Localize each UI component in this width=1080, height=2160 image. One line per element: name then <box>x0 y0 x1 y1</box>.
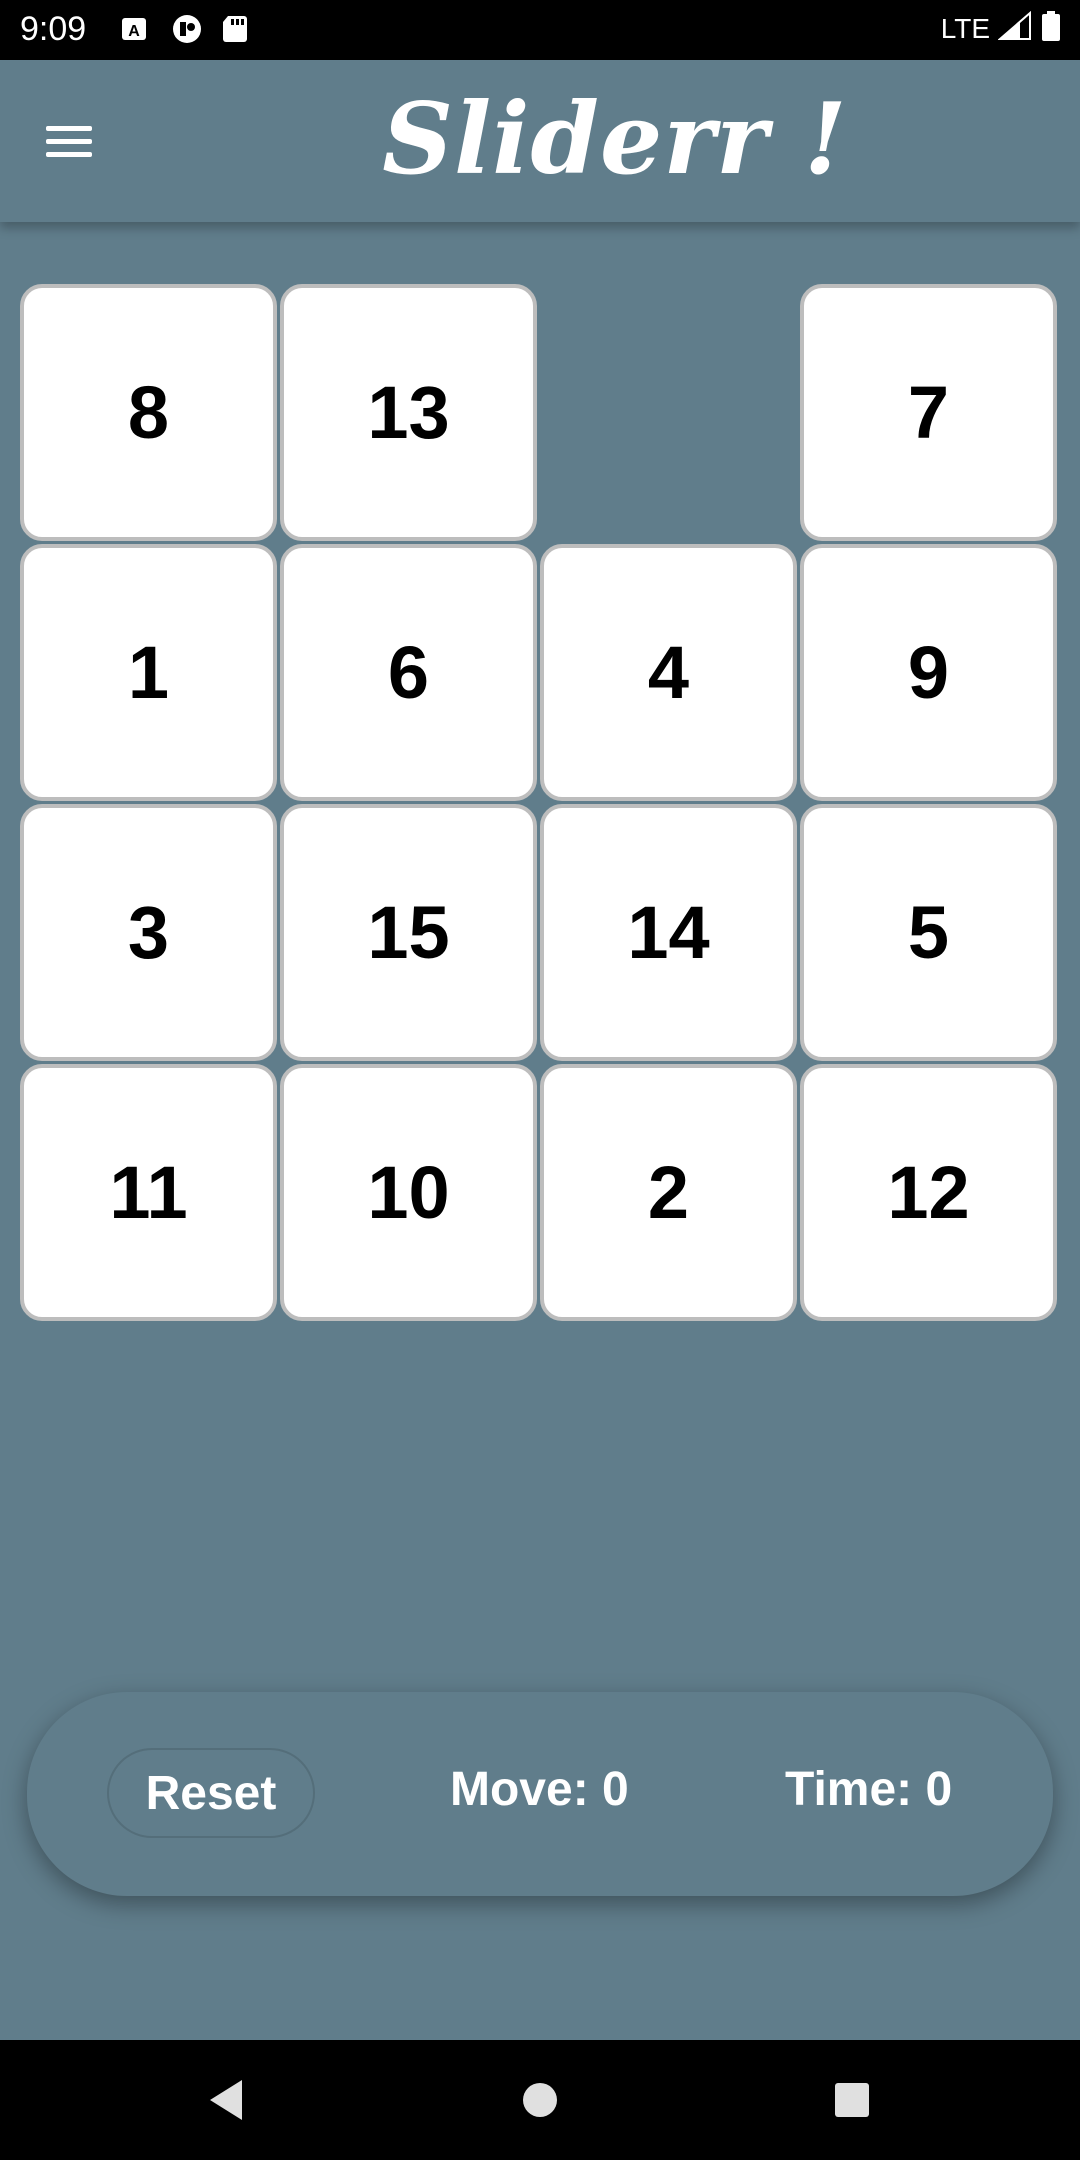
puzzle-tile[interactable]: 5 <box>800 804 1057 1061</box>
puzzle-tile[interactable]: 15 <box>280 804 537 1061</box>
puzzle-board: 8 13 7 1 6 4 9 3 15 14 5 11 10 2 12 <box>20 284 1060 1338</box>
puzzle-tile[interactable]: 12 <box>800 1064 1057 1321</box>
network-type: LTE <box>940 12 990 44</box>
status-time: 9:09 <box>20 10 87 48</box>
puzzle-tile[interactable]: 8 <box>20 284 277 541</box>
control-panel: Reset Move: 0 Time: 0 <box>27 1692 1053 1896</box>
puzzle-tile[interactable]: 1 <box>20 544 277 801</box>
app-bar: Sliderr ! <box>0 60 1080 222</box>
sd-card-icon <box>220 14 250 44</box>
puzzle-tile[interactable]: 7 <box>800 284 1057 541</box>
move-counter: Move: 0 <box>450 1763 629 1816</box>
signal-icon <box>997 10 1032 46</box>
puzzle-tile[interactable]: 11 <box>20 1064 277 1321</box>
home-icon[interactable] <box>480 2040 600 2160</box>
svg-text:A: A <box>128 23 140 40</box>
status-notification-icons: A <box>120 14 250 44</box>
status-bar: 9:09 A LTE <box>0 0 1080 60</box>
app-title: Sliderr ! <box>382 82 848 197</box>
puzzle-tile[interactable]: 2 <box>540 1064 797 1321</box>
puzzle-tile[interactable]: 9 <box>800 544 1057 801</box>
record-icon <box>170 14 201 44</box>
puzzle-tile[interactable]: 14 <box>540 804 797 1061</box>
puzzle-tile[interactable]: 3 <box>20 804 277 1061</box>
recents-icon[interactable] <box>792 2040 912 2160</box>
back-icon[interactable] <box>166 2040 286 2160</box>
battery-icon <box>1040 10 1062 47</box>
time-counter: Time: 0 <box>785 1763 953 1816</box>
puzzle-tile[interactable]: 4 <box>540 544 797 801</box>
status-system-icons: LTE <box>941 10 1062 47</box>
puzzle-tile[interactable]: 10 <box>280 1064 537 1321</box>
navigation-bar <box>0 2040 1080 2160</box>
reset-button[interactable]: Reset <box>107 1748 315 1838</box>
puzzle-tile[interactable]: 13 <box>280 284 537 541</box>
a-notification-icon: A <box>120 14 150 44</box>
puzzle-tile[interactable]: 6 <box>280 544 537 801</box>
